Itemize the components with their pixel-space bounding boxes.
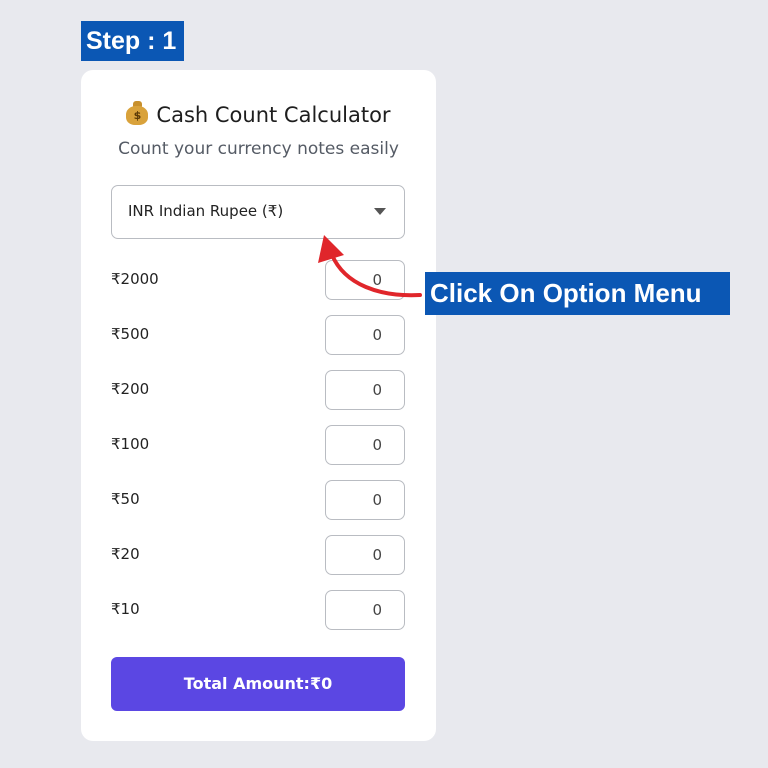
step-label: Step : 1 bbox=[81, 21, 184, 61]
denomination-count-input[interactable] bbox=[325, 315, 405, 355]
callout-label: Click On Option Menu bbox=[425, 272, 730, 315]
red-arrow-icon bbox=[318, 235, 422, 298]
page-title-text: Cash Count Calculator bbox=[156, 103, 391, 127]
denomination-label: ₹2000 bbox=[111, 270, 159, 288]
denomination-count-input[interactable] bbox=[325, 425, 405, 465]
calculator-card: $ Cash Count Calculator Count your curre… bbox=[81, 70, 436, 741]
denomination-row: ₹50 bbox=[111, 480, 405, 520]
denomination-row: ₹10 bbox=[111, 590, 405, 630]
denomination-row: ₹500 bbox=[111, 315, 405, 355]
denomination-count-input[interactable] bbox=[325, 590, 405, 630]
denomination-row: ₹200 bbox=[111, 370, 405, 410]
denomination-label: ₹20 bbox=[111, 545, 140, 563]
page-title: $ Cash Count Calculator bbox=[81, 101, 436, 127]
total-amount-button[interactable]: Total Amount:₹0 bbox=[111, 657, 405, 711]
money-bag-icon: $ bbox=[126, 101, 149, 125]
denomination-label: ₹200 bbox=[111, 380, 150, 398]
currency-select-value: INR Indian Rupee (₹) bbox=[128, 202, 284, 220]
denomination-row: ₹20 bbox=[111, 535, 405, 575]
denomination-label: ₹100 bbox=[111, 435, 150, 453]
denomination-row: ₹100 bbox=[111, 425, 405, 465]
denomination-count-input[interactable] bbox=[325, 535, 405, 575]
page-subtitle: Count your currency notes easily bbox=[118, 139, 399, 159]
denomination-label: ₹10 bbox=[111, 600, 140, 618]
caret-down-icon bbox=[374, 208, 386, 215]
denomination-label: ₹500 bbox=[111, 325, 150, 343]
denomination-count-input[interactable] bbox=[325, 370, 405, 410]
denomination-label: ₹50 bbox=[111, 490, 140, 508]
denomination-count-input[interactable] bbox=[325, 480, 405, 520]
